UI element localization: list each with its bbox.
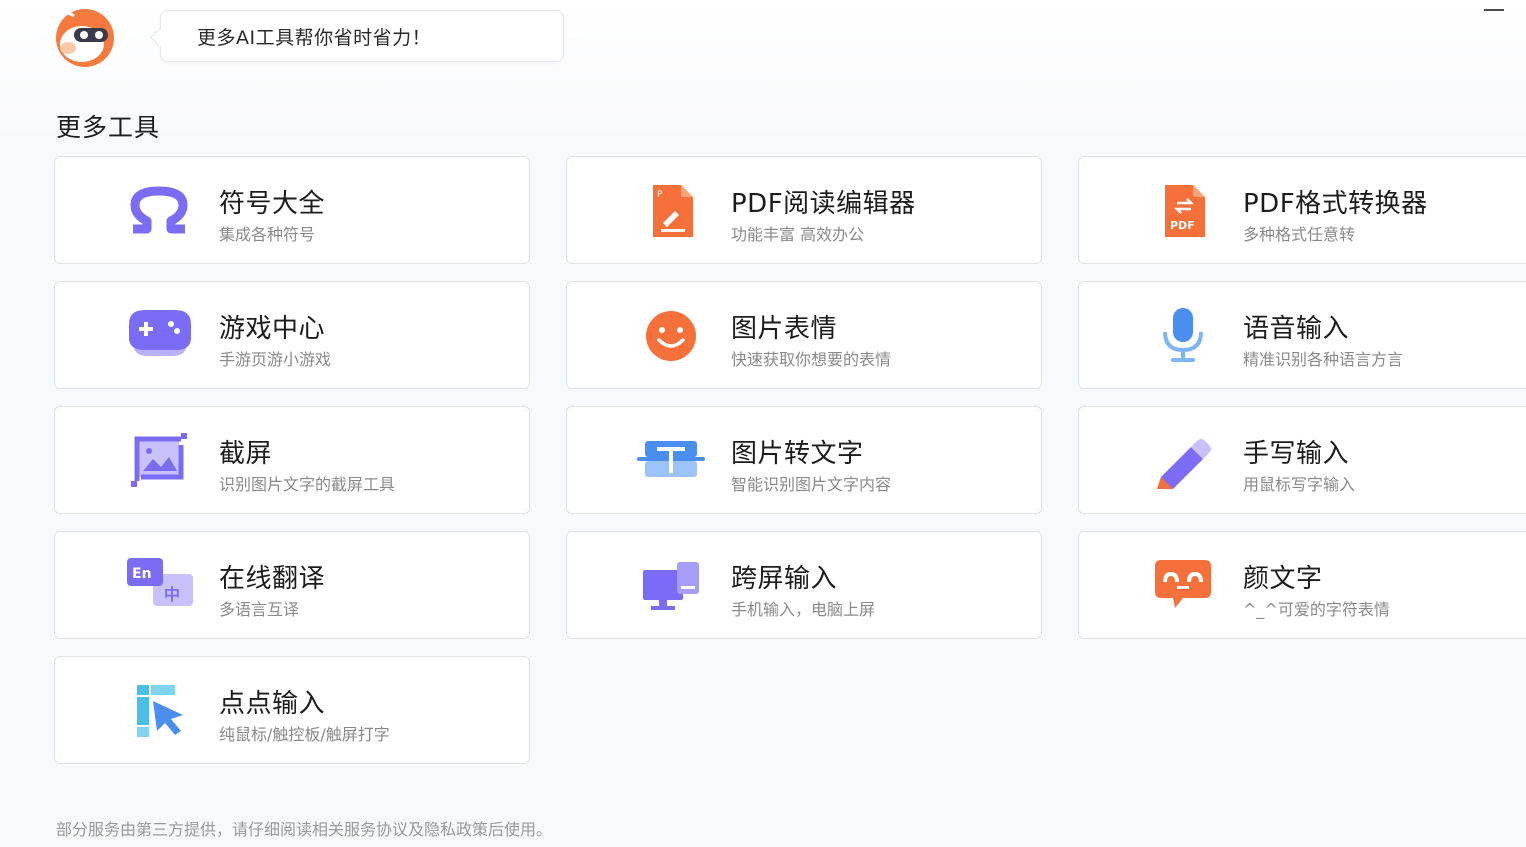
footer-disclaimer: 部分服务由第三方提供，请仔细阅读相关服务协议及隐私政策后使用。 bbox=[56, 820, 553, 839]
tool-desc: 手游页游小游戏 bbox=[219, 350, 332, 369]
pdf-convert-icon: PDF bbox=[1143, 181, 1223, 241]
microphone-icon bbox=[1143, 306, 1223, 366]
cross-screen-icon bbox=[631, 556, 711, 616]
translate-badge-zh: 中 bbox=[164, 585, 180, 604]
tool-title: 手写输入 bbox=[1243, 439, 1350, 469]
translate-icon: En 中 bbox=[119, 556, 199, 616]
kaomoji-icon bbox=[1143, 556, 1223, 616]
tool-desc: 手机输入，电脑上屏 bbox=[731, 600, 876, 619]
smiley-icon bbox=[631, 306, 711, 366]
tool-desc: 多语言互译 bbox=[219, 600, 300, 619]
tool-title: 图片转文字 bbox=[731, 439, 864, 469]
image-to-text-icon bbox=[631, 431, 711, 491]
screenshot-icon bbox=[119, 431, 199, 491]
promo-bubble: 更多AI工具帮你省时省力！ bbox=[160, 10, 564, 62]
tool-desc: 多种格式任意转 bbox=[1243, 225, 1356, 244]
tool-desc: 纯鼠标/触控板/触屏打字 bbox=[219, 725, 390, 744]
tool-title: PDF阅读编辑器 bbox=[731, 189, 916, 219]
mascot-avatar bbox=[44, 8, 126, 68]
tool-card-pdf-editor[interactable]: P PDF阅读编辑器 功能丰富 高效办公 bbox=[566, 156, 1042, 264]
tool-title: 符号大全 bbox=[219, 189, 326, 219]
minimize-button[interactable] bbox=[1482, 2, 1506, 18]
promo-bubble-text: 更多AI工具帮你省时省力！ bbox=[197, 26, 432, 49]
tool-card-pdf-converter[interactable]: PDF PDF格式转换器 多种格式任意转 bbox=[1078, 156, 1526, 264]
tool-desc: 识别图片文字的截屏工具 bbox=[219, 475, 396, 494]
tool-desc: 智能识别图片文字内容 bbox=[731, 475, 892, 494]
tool-card-symbols[interactable]: 符号大全 集成各种符号 bbox=[54, 156, 530, 264]
tool-title: 在线翻译 bbox=[219, 564, 326, 594]
tool-card-games[interactable]: 游戏中心 手游页游小游戏 bbox=[54, 281, 530, 389]
tool-desc: 精准识别各种语言方言 bbox=[1243, 350, 1404, 369]
tool-card-voice[interactable]: 语音输入 精准识别各种语言方言 bbox=[1078, 281, 1526, 389]
pen-icon bbox=[1143, 431, 1223, 491]
tool-desc: ^_^可爱的字符表情 bbox=[1243, 600, 1390, 619]
svg-text:P: P bbox=[657, 190, 663, 200]
svg-text:PDF: PDF bbox=[1170, 219, 1195, 232]
tool-title: 游戏中心 bbox=[219, 314, 326, 344]
tool-card-ocr[interactable]: 图片转文字 智能识别图片文字内容 bbox=[566, 406, 1042, 514]
tool-title: 跨屏输入 bbox=[731, 564, 838, 594]
tool-desc: 快速获取你想要的表情 bbox=[731, 350, 892, 369]
tool-title: 颜文字 bbox=[1243, 564, 1323, 594]
pdf-edit-icon: P bbox=[631, 181, 711, 241]
cursor-click-icon bbox=[119, 681, 199, 741]
tool-title: 语音输入 bbox=[1243, 314, 1350, 344]
tool-desc: 用鼠标写字输入 bbox=[1243, 475, 1356, 494]
tool-card-click-input[interactable]: 点点输入 纯鼠标/触控板/触屏打字 bbox=[54, 656, 530, 764]
tool-card-translate[interactable]: En 中 在线翻译 多语言互译 bbox=[54, 531, 530, 639]
tool-title: 图片表情 bbox=[731, 314, 838, 344]
tool-card-kaomoji[interactable]: 颜文字 ^_^可爱的字符表情 bbox=[1078, 531, 1526, 639]
tool-desc: 集成各种符号 bbox=[219, 225, 316, 244]
translate-badge-en: En bbox=[132, 566, 152, 582]
tool-card-handwriting[interactable]: 手写输入 用鼠标写字输入 bbox=[1078, 406, 1526, 514]
tool-title: 点点输入 bbox=[219, 689, 326, 719]
section-title: 更多工具 bbox=[56, 113, 161, 142]
tool-desc: 功能丰富 高效办公 bbox=[731, 225, 865, 244]
tool-card-cross-screen[interactable]: 跨屏输入 手机输入，电脑上屏 bbox=[566, 531, 1042, 639]
tools-window: 更多AI工具帮你省时省力！ 更多工具 符号大全 集成各种符号 P PDF阅读编辑… bbox=[0, 0, 1526, 847]
tool-card-stickers[interactable]: 图片表情 快速获取你想要的表情 bbox=[566, 281, 1042, 389]
omega-icon bbox=[119, 181, 199, 241]
tool-title: PDF格式转换器 bbox=[1243, 189, 1428, 219]
gamepad-icon bbox=[119, 306, 199, 366]
tool-card-screenshot[interactable]: 截屏 识别图片文字的截屏工具 bbox=[54, 406, 530, 514]
tool-title: 截屏 bbox=[219, 439, 273, 469]
